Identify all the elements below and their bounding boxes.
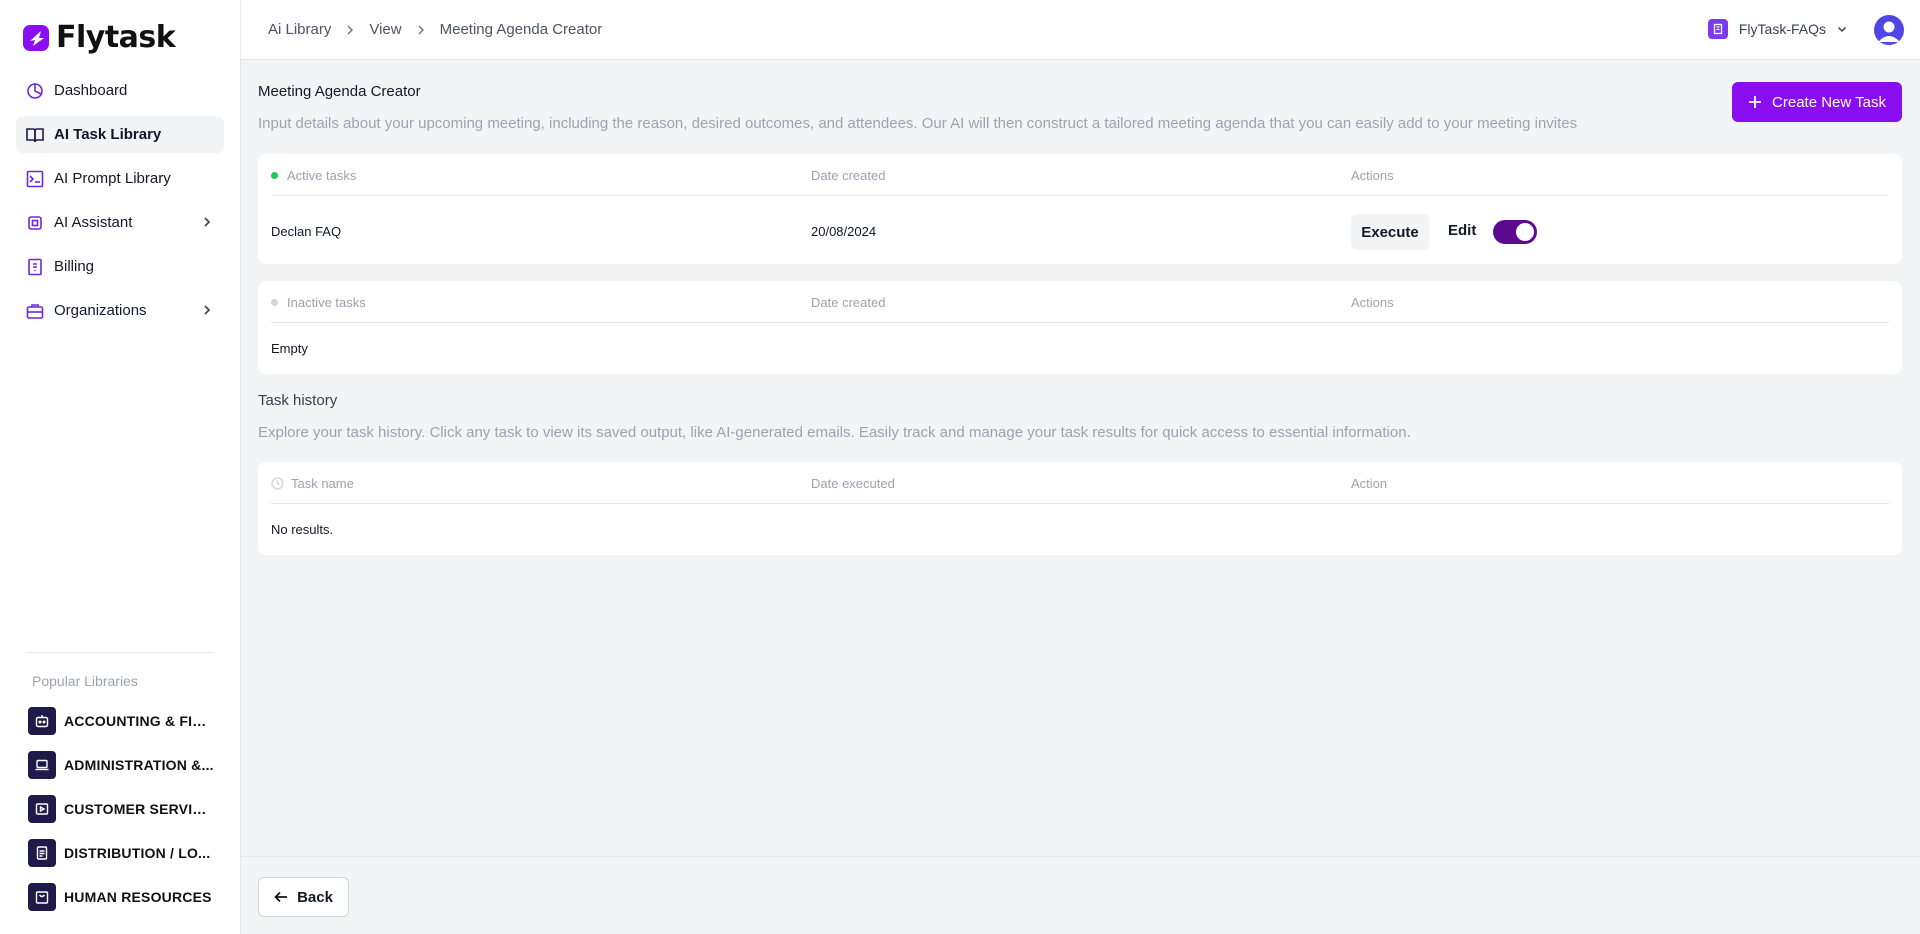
clipboard-icon	[28, 839, 56, 867]
library-item-human-resources[interactable]: HUMAN RESOURCES	[28, 882, 218, 912]
receipt-icon	[26, 258, 44, 276]
library-label: HUMAN RESOURCES	[64, 889, 212, 905]
brand-name: Flytask	[56, 20, 176, 55]
column-label: Active tasks	[287, 168, 357, 183]
sidebar-item-ai-prompt-library[interactable]: AI Prompt Library	[16, 160, 224, 197]
column-label: Task name	[291, 476, 354, 491]
building-icon	[1707, 19, 1728, 39]
sidebar-item-label: AI Prompt Library	[54, 170, 171, 187]
plus-icon	[1749, 96, 1762, 108]
library-label: ACCOUNTING & FIN...	[64, 713, 214, 729]
date-created-header: Date created	[811, 295, 886, 310]
chevron-down-icon	[1837, 26, 1847, 33]
edit-button[interactable]: Edit	[1448, 222, 1476, 239]
organization-switcher[interactable]: FlyTask-FAQs	[1707, 19, 1848, 39]
popular-libraries-list: ACCOUNTING & FIN... ADMINISTRATION &... …	[28, 706, 218, 926]
column-label: Inactive tasks	[287, 295, 366, 310]
inactive-tasks-table: Inactive tasks Date created Actions Empt…	[258, 281, 1902, 374]
sidebar-item-label: AI Assistant	[54, 214, 133, 231]
chevron-right-icon	[204, 305, 211, 315]
action-header: Action	[1351, 476, 1388, 491]
book-icon	[26, 126, 44, 144]
active-tasks-header: Active tasks	[271, 168, 356, 183]
table-header: Task name Date executed Action	[271, 462, 1889, 504]
dashboard-icon	[26, 82, 44, 100]
library-label: ADMINISTRATION &...	[64, 757, 214, 773]
sidebar-item-label: AI Task Library	[54, 126, 162, 143]
avatar[interactable]	[1874, 15, 1904, 45]
presentation-icon	[28, 795, 56, 823]
back-button[interactable]: Back	[258, 877, 349, 917]
bag-icon	[28, 883, 56, 911]
briefcase-icon	[26, 302, 44, 320]
sidebar-item-dashboard[interactable]: Dashboard	[16, 72, 224, 109]
brand-logo[interactable]: Flytask	[22, 20, 176, 55]
chevron-right-icon	[345, 25, 355, 35]
breadcrumb-current: Meeting Agenda Creator	[439, 21, 603, 38]
page-description: Input details about your upcoming meetin…	[258, 115, 1578, 132]
chevron-right-icon	[204, 217, 211, 227]
sidebar: Flytask Dashboard AI Task Library AI Pro…	[0, 0, 241, 934]
robot-icon	[28, 707, 56, 735]
task-history-title: Task history	[258, 392, 338, 409]
empty-state: No results.	[271, 522, 334, 537]
task-date: 20/08/2024	[811, 224, 877, 239]
empty-state: Empty	[271, 341, 308, 356]
library-label: DISTRIBUTION / LO...	[64, 845, 211, 861]
actions-header: Actions	[1351, 295, 1394, 310]
date-created-header: Date created	[811, 168, 886, 183]
user-icon	[1878, 21, 1900, 42]
execute-button[interactable]: Execute	[1351, 214, 1429, 250]
library-item-administration[interactable]: ADMINISTRATION &...	[28, 750, 218, 780]
create-new-task-label: Create New Task	[1772, 93, 1886, 111]
page-title: Meeting Agenda Creator	[258, 83, 421, 100]
sidebar-item-label: Billing	[54, 258, 95, 275]
sidebar-item-label: Organizations	[54, 302, 147, 319]
clock-icon	[271, 477, 284, 490]
breadcrumb-ai-library[interactable]: Ai Library	[268, 21, 331, 38]
task-name-header: Task name	[271, 476, 354, 491]
active-status-dot	[271, 172, 278, 179]
date-executed-header: Date executed	[811, 476, 895, 491]
breadcrumb: Ai Library View Meeting Agenda Creator	[268, 21, 602, 38]
table-header: Inactive tasks Date created Actions	[271, 281, 1889, 323]
sidebar-nav: Dashboard AI Task Library AI Prompt Libr…	[16, 72, 224, 336]
sidebar-item-ai-assistant[interactable]: AI Assistant	[16, 204, 224, 241]
library-item-distribution[interactable]: DISTRIBUTION / LO...	[28, 838, 218, 868]
library-item-accounting[interactable]: ACCOUNTING & FIN...	[28, 706, 218, 736]
logo-mark-icon	[23, 24, 49, 51]
arrow-left-icon	[274, 891, 288, 903]
sidebar-item-billing[interactable]: Billing	[16, 248, 224, 285]
popular-libraries-title: Popular Libraries	[32, 673, 138, 689]
sidebar-item-ai-task-library[interactable]: AI Task Library	[16, 116, 224, 153]
back-label: Back	[297, 888, 333, 906]
sidebar-divider	[26, 652, 214, 653]
inactive-status-dot	[271, 299, 278, 306]
library-item-customer-service[interactable]: CUSTOMER SERVIC...	[28, 794, 218, 824]
top-bar: Ai Library View Meeting Agenda Creator F…	[241, 0, 1920, 60]
toggle-knob	[1516, 223, 1534, 241]
task-history-description: Explore your task history. Click any tas…	[258, 424, 1411, 441]
laptop-icon	[28, 751, 56, 779]
task-name[interactable]: Declan FAQ	[271, 224, 341, 239]
sidebar-item-organizations[interactable]: Organizations	[16, 292, 224, 329]
inactive-tasks-header: Inactive tasks	[271, 295, 366, 310]
create-new-task-button[interactable]: Create New Task	[1732, 82, 1902, 122]
prompt-icon	[26, 170, 44, 188]
chevron-right-icon	[416, 25, 426, 35]
cpu-icon	[26, 214, 44, 232]
table-header: Active tasks Date created Actions	[271, 154, 1889, 196]
breadcrumb-view[interactable]: View	[369, 21, 401, 38]
actions-header: Actions	[1351, 168, 1394, 183]
page-footer: Back	[241, 856, 1920, 934]
active-tasks-table: Active tasks Date created Actions Declan…	[258, 154, 1902, 264]
organization-name: FlyTask-FAQs	[1738, 21, 1826, 37]
task-history-table: Task name Date executed Action No result…	[258, 462, 1902, 555]
sidebar-item-label: Dashboard	[54, 82, 128, 99]
library-label: CUSTOMER SERVIC...	[64, 801, 214, 817]
task-active-toggle[interactable]	[1493, 220, 1537, 244]
